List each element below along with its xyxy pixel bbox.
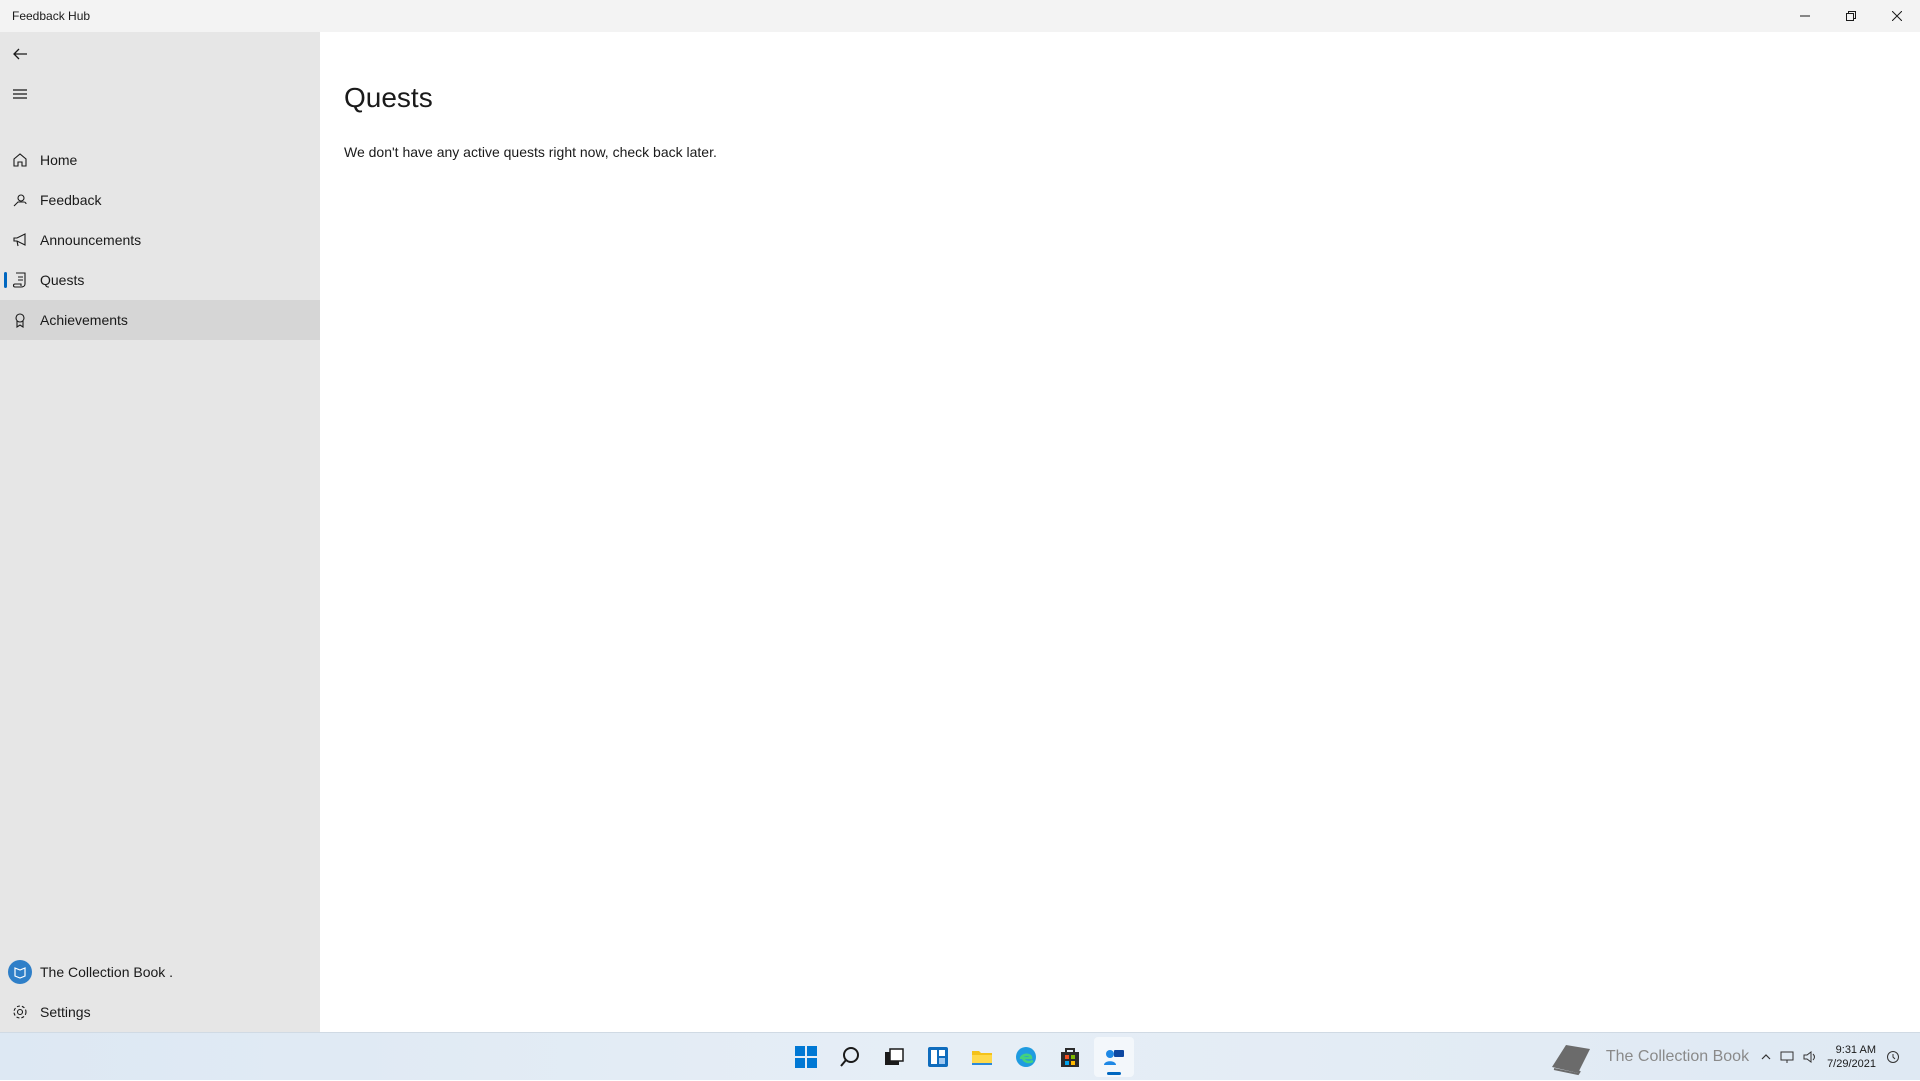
- network-icon[interactable]: [1777, 1046, 1799, 1068]
- hamburger-icon: [13, 89, 27, 99]
- tray-watermark-text: The Collection Book: [1605, 1048, 1750, 1065]
- account-name: The Collection Book .: [40, 964, 174, 980]
- back-arrow-icon: [13, 48, 27, 60]
- widgets-button[interactable]: [918, 1037, 958, 1077]
- sidebar-item-label: Quests: [40, 272, 85, 288]
- sidebar-footer: The Collection Book . Settings: [0, 952, 320, 1032]
- minimize-icon: [1800, 15, 1810, 17]
- start-button[interactable]: [786, 1037, 826, 1077]
- feedback-hub-taskbar-button[interactable]: [1094, 1037, 1134, 1077]
- search-button[interactable]: [830, 1037, 870, 1077]
- close-button[interactable]: [1874, 0, 1920, 32]
- feedback-icon: [12, 192, 28, 208]
- minimize-button[interactable]: [1782, 0, 1828, 32]
- sidebar-item-label: Announcements: [40, 232, 142, 248]
- home-icon: [12, 152, 28, 168]
- settings-label: Settings: [40, 1004, 91, 1020]
- settings-item[interactable]: Settings: [0, 992, 320, 1032]
- task-view-icon: [885, 1048, 904, 1065]
- clock-date: 7/29/2021: [1827, 1058, 1876, 1070]
- sidebar-item-quests[interactable]: Quests: [0, 260, 320, 300]
- close-icon: [1892, 11, 1902, 21]
- empty-state-message: We don't have any active quests right no…: [344, 144, 717, 160]
- window-controls: [1782, 0, 1920, 32]
- gear-icon: [12, 1004, 28, 1020]
- chevron-up-icon[interactable]: [1755, 1046, 1777, 1068]
- sidebar-item-feedback[interactable]: Feedback: [0, 180, 320, 220]
- restore-button[interactable]: [1828, 0, 1874, 32]
- restore-icon: [1846, 11, 1856, 21]
- notification-icon[interactable]: [1882, 1046, 1904, 1068]
- sidebar-item-label: Feedback: [40, 192, 102, 208]
- windows-start-icon: [795, 1046, 817, 1068]
- feedback-hub-icon: [1104, 1050, 1124, 1065]
- sidebar-item-home[interactable]: Home: [0, 140, 320, 180]
- task-view-button[interactable]: [874, 1037, 914, 1077]
- clock[interactable]: 9:31 AM 7/29/2021: [1827, 1043, 1876, 1071]
- account-item[interactable]: The Collection Book .: [0, 952, 320, 992]
- title-bar: Feedback Hub: [0, 0, 1920, 32]
- edge-button[interactable]: [1006, 1037, 1046, 1077]
- sidebar-item-announcements[interactable]: Announcements: [0, 220, 320, 260]
- quest-scroll-icon: [12, 272, 28, 288]
- back-button[interactable]: [8, 42, 32, 66]
- sidebar-item-label: Home: [40, 152, 78, 168]
- store-icon: [1061, 1048, 1079, 1067]
- sidebar-item-label: Achievements: [40, 312, 128, 328]
- sidebar: Home Feedback Announcements Quests Achie…: [0, 32, 320, 1032]
- main-content: Quests We don't have any active quests r…: [320, 32, 1920, 1032]
- hamburger-menu-button[interactable]: [8, 82, 32, 106]
- badge-icon: [12, 312, 28, 328]
- edge-icon: [1016, 1047, 1036, 1067]
- file-explorer-icon: [972, 1051, 992, 1065]
- file-explorer-button[interactable]: [962, 1037, 1002, 1077]
- widgets-icon: [928, 1047, 948, 1067]
- search-icon: [840, 1047, 859, 1067]
- megaphone-icon: [12, 232, 28, 248]
- taskbar: The Collection Book 9:31 AM 7/29/2021: [0, 1032, 1920, 1080]
- collection-book-watermark-icon: [1546, 1035, 1594, 1079]
- clock-time: 9:31 AM: [1835, 1044, 1876, 1056]
- store-button[interactable]: [1050, 1037, 1090, 1077]
- avatar: [8, 960, 32, 984]
- nav-list: Home Feedback Announcements Quests Achie…: [0, 140, 320, 340]
- page-title: Quests: [344, 82, 433, 113]
- sidebar-item-achievements[interactable]: Achievements: [0, 300, 320, 340]
- book-icon: [14, 967, 26, 979]
- taskbar-apps: [786, 1037, 1134, 1077]
- volume-icon[interactable]: [1799, 1046, 1821, 1068]
- system-tray: The Collection Book 9:31 AM 7/29/2021: [1546, 1033, 1904, 1081]
- app-title: Feedback Hub: [12, 9, 91, 23]
